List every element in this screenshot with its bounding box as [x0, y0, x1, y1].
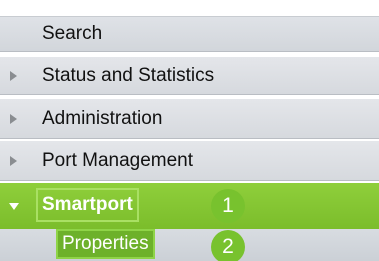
- menu-item-label: Port Management: [42, 149, 194, 171]
- menu-item-label: Administration: [42, 107, 163, 129]
- expand-arrow-icon: [10, 113, 17, 124]
- menu-item-status-and-statistics[interactable]: Status and Statistics: [0, 57, 379, 95]
- expand-arrow-icon: [10, 70, 17, 81]
- menu-item-smartport[interactable]: Smartport 1: [0, 183, 379, 229]
- submenu-item-label: Properties: [62, 233, 149, 254]
- collapse-arrow-icon: [9, 202, 19, 210]
- step-2-badge: 2: [211, 230, 245, 261]
- menu-item-label: Smartport: [42, 194, 133, 215]
- submenu-item-properties[interactable]: Properties 2: [0, 229, 379, 261]
- menu-item-search[interactable]: Search: [0, 16, 379, 52]
- properties-highlight: Properties: [56, 229, 155, 259]
- menu-item-port-management[interactable]: Port Management: [0, 141, 379, 181]
- menu-item-label: Search: [42, 23, 103, 44]
- menu-item-administration[interactable]: Administration: [0, 99, 379, 139]
- smartport-highlight: Smartport: [36, 188, 139, 222]
- navigation-menu: Search Status and Statistics Administrat…: [0, 0, 379, 261]
- menu-item-label: Status and Statistics: [42, 64, 215, 86]
- step-1-badge: 1: [211, 189, 245, 223]
- expand-arrow-icon: [10, 155, 17, 166]
